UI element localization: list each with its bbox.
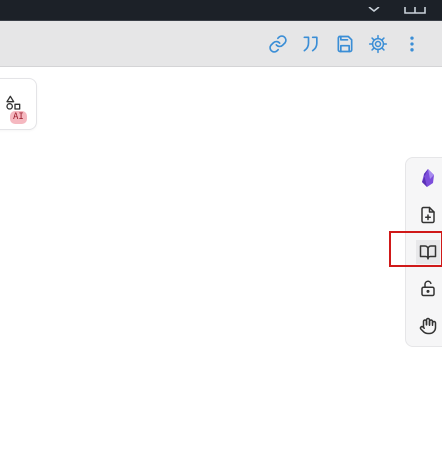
layout-split-icon[interactable]: [404, 0, 426, 19]
title-bar: [0, 0, 442, 21]
file-plus-icon[interactable]: [416, 203, 440, 227]
more-vertical-icon[interactable]: [400, 32, 424, 56]
selection-highlight: [389, 231, 442, 267]
save-icon[interactable]: [333, 32, 357, 56]
unlock-icon[interactable]: [416, 276, 440, 300]
link-icon[interactable]: [266, 32, 290, 56]
quote-icon[interactable]: [299, 32, 323, 56]
obsidian-logo-icon[interactable]: [416, 166, 440, 190]
settings-cog-icon[interactable]: [366, 32, 390, 56]
hand-icon[interactable]: [416, 314, 440, 338]
ai-shapes-tool[interactable]: AI: [0, 78, 37, 130]
toolbar: [0, 21, 442, 67]
chevron-down-icon[interactable]: [366, 0, 382, 19]
ai-badge: AI: [10, 111, 27, 124]
